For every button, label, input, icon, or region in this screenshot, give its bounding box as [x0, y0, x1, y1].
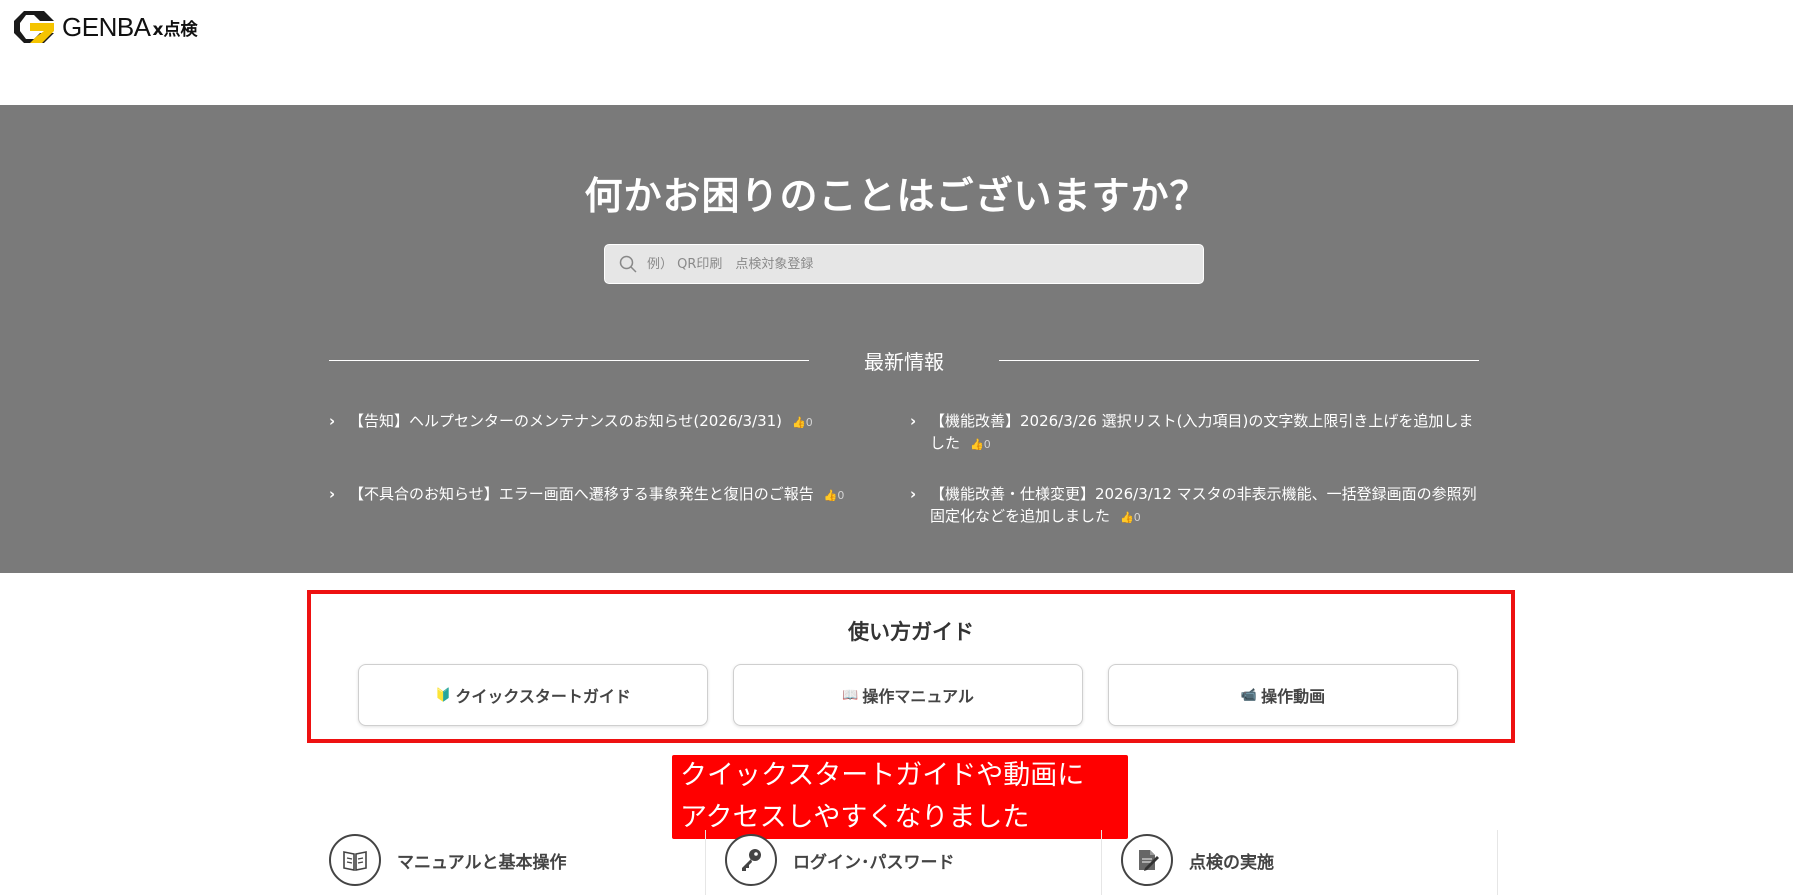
site-header: GENBA x点検	[0, 0, 1793, 105]
news-title[interactable]: 【不具合のお知らせ】エラー画面へ遷移する事象発生と復旧のご報告	[349, 485, 814, 503]
chevron-right-icon: ›	[329, 412, 336, 430]
quick-start-guide-button[interactable]: 🔰 クイックスタートガイド	[358, 664, 708, 726]
news-item[interactable]: › 【機能改善】2026/3/26 選択リスト(入力項目)の文字数上限引き上げを…	[910, 410, 1480, 456]
news-title[interactable]: 【機能改善】2026/3/26 選択リスト(入力項目)の文字数上限引き上げを追加…	[930, 412, 1473, 452]
like-count: 👍0	[1120, 511, 1141, 524]
news-item[interactable]: › 【不具合のお知らせ】エラー画面へ遷移する事象発生と復旧のご報告 👍0	[329, 483, 889, 507]
column-divider	[1101, 830, 1102, 895]
like-count: 👍0	[792, 416, 813, 429]
category-label: ログイン･パスワード	[793, 852, 955, 873]
column-divider	[705, 830, 706, 895]
video-camera-icon: 📹	[1240, 687, 1258, 703]
chevron-right-icon: ›	[910, 412, 917, 430]
manual-book-icon	[329, 834, 381, 886]
logo-text: GENBA	[62, 11, 151, 42]
hero-title: 何かお困りのことはございますか？	[584, 174, 1209, 218]
category-label: 点検の実施	[1189, 852, 1274, 873]
usage-guide-box: 使い方ガイド 🔰 クイックスタートガイド 📖 操作マニュアル 📹 操作動画	[307, 590, 1515, 743]
news-item[interactable]: › 【告知】ヘルプセンターのメンテナンスのお知らせ(2026/3/31) 👍0	[329, 410, 869, 434]
logo-subtext: x点検	[152, 19, 198, 40]
category-login-password[interactable]: ログイン･パスワード	[725, 825, 955, 895]
category-label: マニュアルと基本操作	[397, 852, 567, 873]
beginner-mark-icon: 🔰	[435, 687, 452, 703]
category-manual[interactable]: マニュアルと基本操作	[329, 825, 567, 895]
open-book-icon: 📖	[842, 687, 859, 703]
operation-video-button[interactable]: 📹 操作動画	[1108, 664, 1458, 726]
chevron-right-icon: ›	[329, 485, 336, 503]
logo-link[interactable]: GENBA x点検	[14, 9, 198, 45]
search-box[interactable]	[604, 244, 1204, 284]
genba-logo-icon	[14, 11, 54, 43]
chevron-right-icon: ›	[910, 485, 917, 503]
hero-section: 何かお困りのことはございますか？ 最新情報 › 【告知】ヘルプセンターのメンテナ…	[0, 105, 1793, 573]
like-count: 👍0	[823, 489, 845, 502]
news-item[interactable]: › 【機能改善・仕様変更】2026/3/12 マスタの非表示機能、一括登録画面の…	[910, 483, 1480, 529]
key-icon	[725, 834, 777, 886]
button-label: 操作動画	[1261, 687, 1326, 706]
button-label: 操作マニュアル	[862, 687, 974, 706]
operation-manual-button[interactable]: 📖 操作マニュアル	[733, 664, 1083, 726]
latest-news-heading: 最新情報	[329, 346, 1479, 376]
search-icon	[619, 255, 637, 273]
like-count: 👍0	[970, 438, 991, 451]
button-label: クイックスタートガイド	[455, 687, 631, 706]
usage-guide-title: 使い方ガイド	[848, 620, 974, 644]
category-inspection[interactable]: 点検の実施	[1121, 825, 1274, 895]
news-title[interactable]: 【告知】ヘルプセンターのメンテナンスのお知らせ(2026/3/31)	[349, 412, 782, 430]
column-divider	[1497, 830, 1498, 895]
callout-line-1: クイックスタートガイドや動画に	[680, 760, 1085, 791]
inspection-document-icon	[1121, 834, 1173, 886]
news-title[interactable]: 【機能改善・仕様変更】2026/3/12 マスタの非表示機能、一括登録画面の参照…	[930, 485, 1477, 525]
search-input[interactable]	[647, 256, 1187, 272]
divider-right	[999, 360, 1479, 361]
